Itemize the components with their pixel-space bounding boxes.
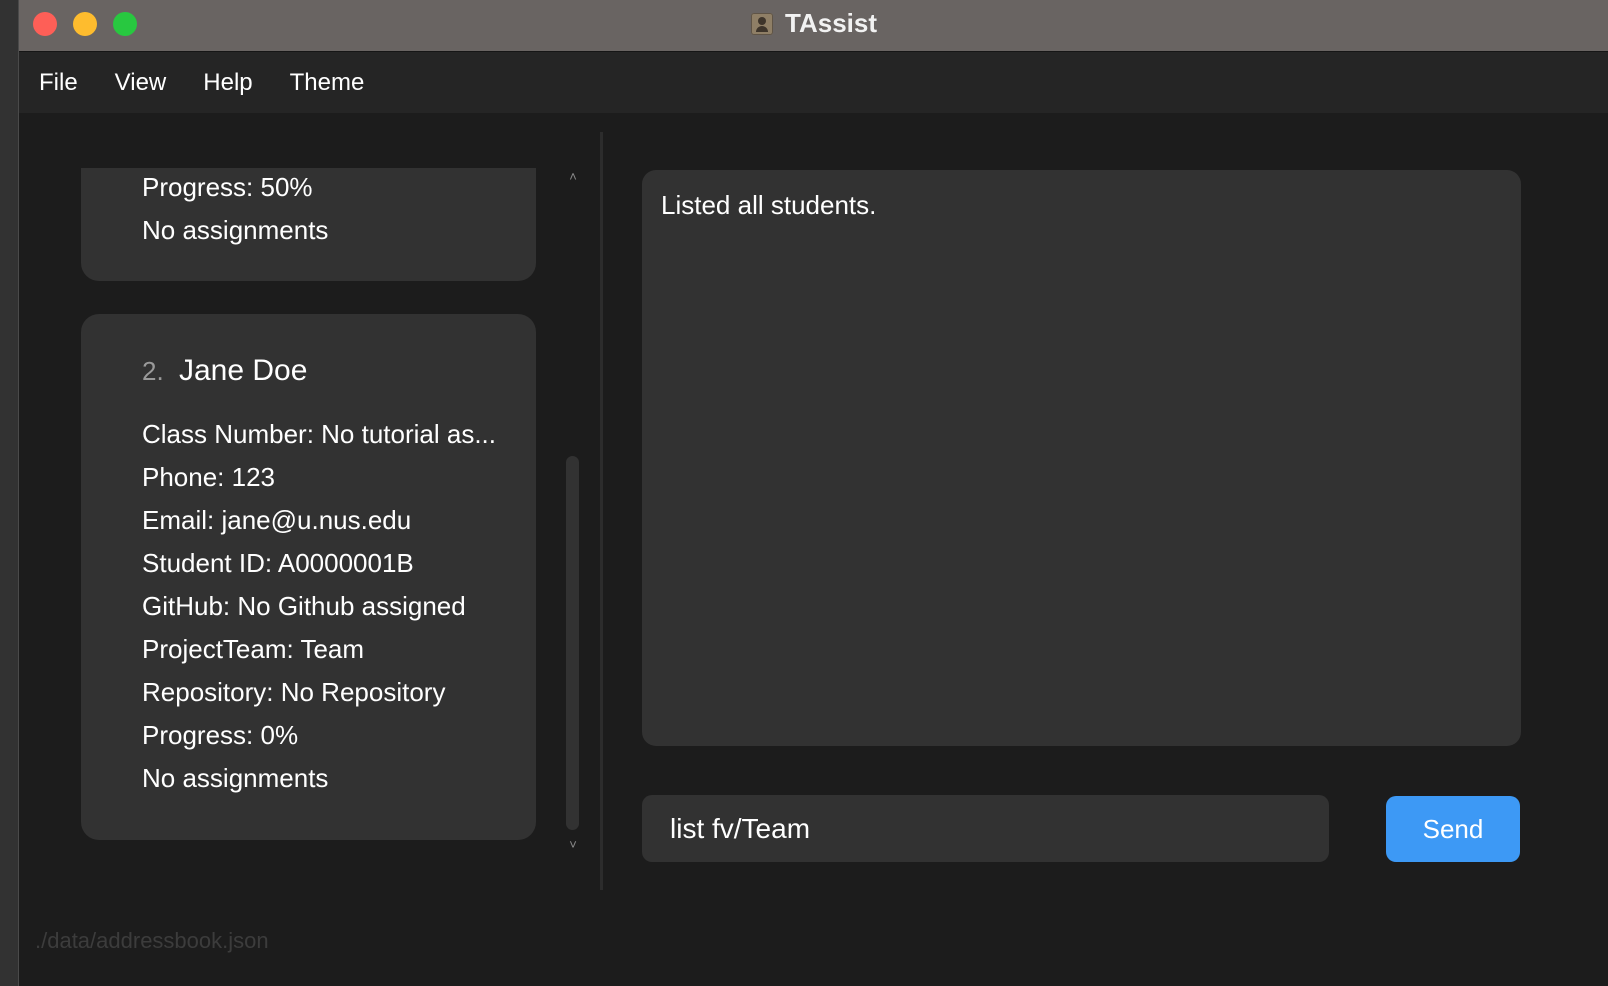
- title-bar: TAssist: [19, 0, 1608, 52]
- window-title-area: TAssist: [19, 0, 1608, 47]
- student-card[interactable]: 2. Jane Doe Class Number: No tutorial as…: [81, 314, 536, 840]
- student-id: Student ID: A0000001B: [142, 548, 414, 578]
- student-project-team: ProjectTeam: Team: [142, 634, 365, 664]
- student-progress: Progress: 50%: [142, 172, 313, 202]
- student-name: Jane Doe: [179, 354, 308, 387]
- list-scrollbar[interactable]: ˄ ˅: [563, 166, 583, 856]
- address-book-icon: [751, 12, 773, 35]
- command-input[interactable]: [668, 811, 1312, 846]
- student-assignments: No assignments: [142, 763, 329, 793]
- scrollbar-thumb[interactable]: [566, 456, 579, 830]
- status-bar-file-path: ./data/addressbook.json: [35, 928, 269, 953]
- student-email: Email: jane@u.nus.edu: [142, 505, 412, 535]
- student-assignments: No assignments: [142, 215, 329, 245]
- student-class-number: Class Number: No tutorial as...: [142, 419, 497, 449]
- result-display: Listed all students.: [642, 170, 1521, 746]
- menu-help[interactable]: Help: [184, 69, 270, 97]
- scroll-down-icon[interactable]: ˅: [563, 836, 583, 854]
- student-phone: Phone: 123: [142, 462, 276, 492]
- command-box[interactable]: [642, 795, 1329, 862]
- send-button[interactable]: Send: [1386, 796, 1520, 862]
- split-pane-divider[interactable]: [600, 132, 603, 890]
- student-github: GitHub: No Github assigned: [142, 591, 466, 621]
- window-title: TAssist: [785, 8, 877, 38]
- student-list: Progress: 50% No assignments 2. Jane Doe…: [81, 168, 536, 851]
- student-repository: Repository: No Repository: [142, 677, 446, 707]
- student-index: 2.: [142, 356, 164, 386]
- student-card[interactable]: Progress: 50% No assignments: [81, 168, 536, 281]
- app-window: TAssist File View Help Theme Progress: 5…: [18, 0, 1608, 986]
- menu-file[interactable]: File: [19, 69, 96, 97]
- menu-theme[interactable]: Theme: [271, 69, 383, 97]
- scroll-up-icon[interactable]: ˄: [563, 168, 583, 186]
- menu-view[interactable]: View: [96, 69, 185, 97]
- result-message: Listed all students.: [661, 190, 877, 220]
- student-progress: Progress: 0%: [142, 720, 299, 750]
- menu-bar: File View Help Theme: [19, 52, 1608, 113]
- desktop-background: [0, 0, 20, 986]
